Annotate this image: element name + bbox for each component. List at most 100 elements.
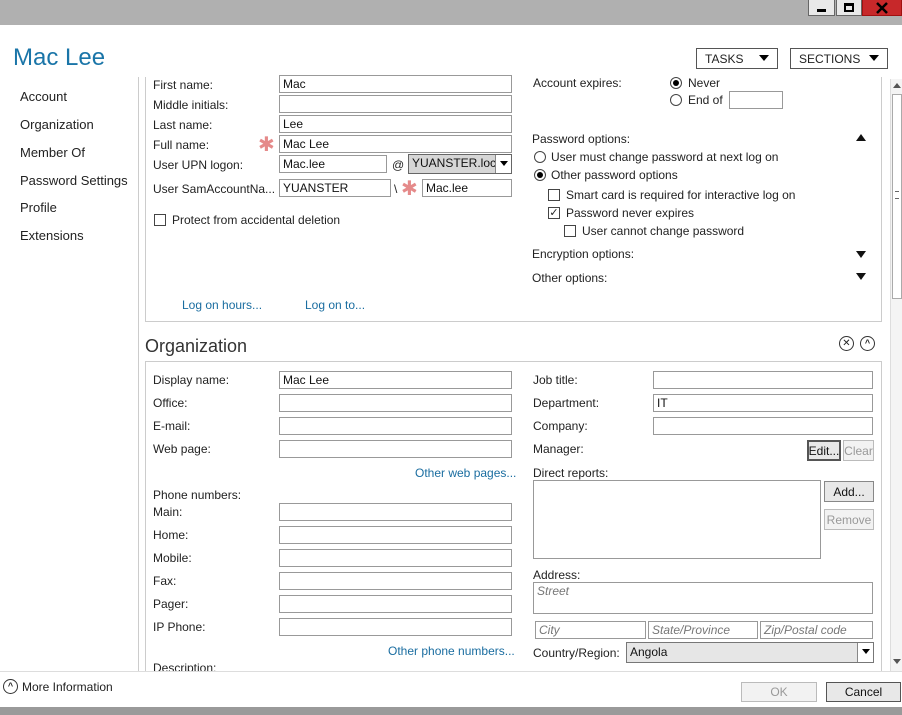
expand-down-icon[interactable] (856, 251, 866, 258)
street-field[interactable]: Street (533, 582, 873, 614)
main-phone-label: Main: (153, 505, 183, 519)
last-name-field[interactable]: Lee (279, 115, 512, 133)
sections-label: SECTIONS (799, 51, 861, 66)
remove-report-button[interactable]: Remove (824, 509, 874, 530)
scroll-down-icon[interactable] (893, 659, 901, 664)
other-web-pages-link[interactable]: Other web pages... (415, 466, 516, 480)
manager-label: Manager: (533, 442, 584, 456)
expires-never-radio[interactable] (670, 77, 682, 89)
company-field[interactable] (653, 417, 873, 435)
expires-end-of-label: End of (688, 93, 723, 107)
minimize-icon (817, 9, 826, 12)
collapse-section-icon[interactable]: ^ (860, 336, 875, 351)
close-window-button[interactable] (862, 0, 902, 16)
office-field[interactable] (279, 394, 512, 412)
pager-label: Pager: (153, 597, 189, 611)
other-options-radio[interactable] (534, 169, 546, 181)
logon-to-link[interactable]: Log on to... (305, 298, 365, 312)
state-field[interactable]: State/Province (648, 621, 758, 639)
fax-field[interactable] (279, 572, 512, 590)
middle-initials-field[interactable] (279, 95, 512, 113)
street-placeholder: Street (537, 584, 570, 598)
zip-field[interactable]: Zip/Postal code (760, 621, 873, 639)
tasks-label: TASKS (705, 51, 744, 66)
scroll-thumb[interactable] (892, 94, 902, 299)
display-name-label: Display name: (153, 373, 230, 387)
other-phone-numbers-link[interactable]: Other phone numbers... (388, 644, 515, 658)
mobile-phone-field[interactable] (279, 549, 512, 567)
edit-manager-button[interactable]: Edit... (807, 440, 841, 461)
nav-item-extensions[interactable]: Extensions (20, 228, 84, 243)
protect-deletion-checkbox[interactable] (154, 214, 166, 226)
more-information-label[interactable]: More Information (22, 680, 113, 694)
state-placeholder: State/Province (652, 623, 731, 637)
minimize-button[interactable] (808, 0, 835, 16)
sam-domain-field[interactable]: YUANSTER (279, 179, 391, 197)
close-section-icon[interactable]: ✕ (839, 336, 854, 351)
expires-date-field[interactable] (729, 91, 783, 109)
maximize-icon (844, 3, 854, 12)
smart-card-checkbox[interactable] (548, 189, 560, 201)
department-field[interactable]: IT (653, 394, 873, 412)
nav-item-member-of[interactable]: Member Of (20, 145, 85, 160)
cannot-change-checkbox[interactable] (564, 225, 576, 237)
upn-at-sign: @ (392, 158, 405, 172)
main-phone-field[interactable] (279, 503, 512, 521)
must-change-radio[interactable] (534, 151, 546, 163)
last-name-label: Last name: (153, 118, 213, 132)
expires-end-of-radio[interactable] (670, 94, 682, 106)
full-name-field[interactable]: Mac Lee (279, 135, 512, 153)
first-name-label: First name: (153, 78, 214, 92)
ip-phone-field[interactable] (279, 618, 512, 636)
first-name-field[interactable]: Mac (279, 75, 512, 93)
country-select[interactable]: Angola (626, 642, 874, 663)
department-label: Department: (533, 396, 600, 410)
pager-field[interactable] (279, 595, 512, 613)
company-label: Company: (533, 419, 588, 433)
job-title-label: Job title: (533, 373, 578, 387)
web-page-field[interactable] (279, 440, 512, 458)
collapse-up-icon[interactable] (856, 134, 866, 141)
sam-account-label: User SamAccountNa... (153, 182, 276, 196)
city-field[interactable]: City (535, 621, 646, 639)
email-field[interactable] (279, 417, 512, 435)
account-expires-label: Account expires: (533, 76, 622, 90)
chevron-down-icon (759, 55, 769, 61)
display-name-field[interactable]: Mac Lee (279, 371, 512, 389)
sam-user-field[interactable]: Mac.lee (422, 179, 512, 197)
sections-button[interactable]: SECTIONS (790, 48, 888, 69)
country-label: Country/Region: (533, 646, 620, 660)
cancel-button[interactable]: Cancel (826, 682, 901, 702)
vertical-scrollbar[interactable] (890, 79, 902, 671)
clear-manager-button[interactable]: Clear (843, 440, 874, 461)
required-asterisk-icon: ✱ (401, 178, 418, 200)
home-phone-label: Home: (153, 528, 189, 542)
never-expires-checkbox[interactable]: ✓ (548, 207, 560, 219)
ok-button[interactable]: OK (741, 682, 817, 702)
expand-down-icon[interactable] (856, 273, 866, 280)
job-title-field[interactable] (653, 371, 873, 389)
nav-item-password-settings[interactable]: Password Settings (20, 173, 128, 188)
expires-never-label: Never (688, 76, 721, 90)
chevron-down-icon (495, 155, 511, 173)
upn-user-field[interactable]: Mac.lee (279, 155, 387, 173)
footer-bar: ^ More Information OK Cancel (0, 671, 902, 707)
more-info-toggle-icon[interactable]: ^ (3, 679, 18, 694)
nav-item-account[interactable]: Account (20, 89, 67, 104)
phone-numbers-label: Phone numbers: (153, 488, 242, 502)
mobile-phone-label: Mobile: (153, 551, 192, 565)
add-report-button[interactable]: Add... (824, 481, 874, 502)
nav-item-organization[interactable]: Organization (20, 117, 94, 132)
logon-hours-link[interactable]: Log on hours... (182, 298, 262, 312)
other-options-section-label: Other options: (532, 271, 608, 285)
encryption-options-label: Encryption options: (532, 247, 635, 261)
direct-reports-list[interactable] (533, 480, 821, 559)
upn-domain-value: YUANSTER.local (412, 156, 506, 170)
tasks-button[interactable]: TASKS (696, 48, 778, 69)
home-phone-field[interactable] (279, 526, 512, 544)
maximize-button[interactable] (836, 0, 862, 16)
upn-domain-select[interactable]: YUANSTER.local (408, 154, 512, 174)
scroll-up-icon[interactable] (893, 83, 901, 88)
close-icon (876, 1, 888, 14)
nav-item-profile[interactable]: Profile (20, 200, 57, 215)
